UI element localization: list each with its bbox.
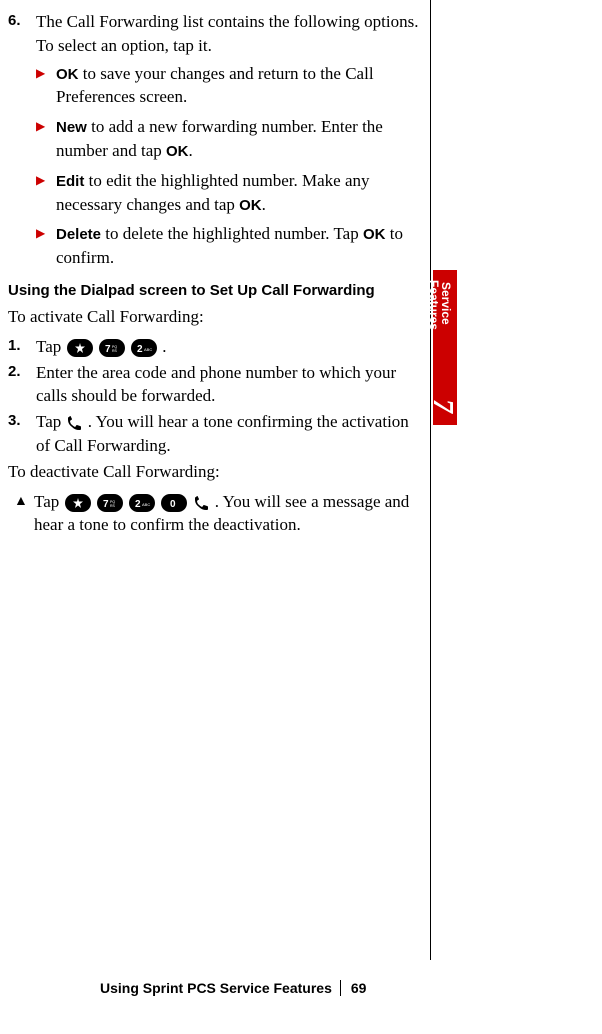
activate-intro: To activate Call Forwarding:: [8, 305, 425, 329]
option-text: Edit to edit the highlighted number. Mak…: [56, 169, 425, 217]
step-text: The Call Forwarding list contains the fo…: [36, 10, 425, 58]
svg-text:2: 2: [137, 344, 143, 354]
key-star-icon: [67, 339, 93, 357]
step-text: Tap 7PQRS 2ABC 0 . You will see a messag…: [34, 490, 425, 538]
bullet-arrow-icon: ▶: [36, 115, 56, 163]
key-7-icon: 7PQRS: [99, 339, 125, 357]
step-number: 3.: [8, 410, 36, 458]
option-text: Delete to delete the highlighted number.…: [56, 222, 425, 270]
svg-text:7: 7: [103, 499, 109, 509]
key-0-icon: 0: [161, 494, 187, 512]
svg-text:ABC: ABC: [142, 502, 150, 507]
step-number: 6.: [8, 10, 36, 58]
option-text: New to add a new forwarding number. Ente…: [56, 115, 425, 163]
key-2-icon: 2ABC: [129, 494, 155, 512]
step-text: Tap . You will hear a tone confirming th…: [36, 410, 425, 458]
option-label: Delete: [56, 226, 101, 243]
key-star-icon: [65, 494, 91, 512]
sub-option-edit: ▶ Edit to edit the highlighted number. M…: [36, 169, 425, 217]
step-number: 1.: [8, 335, 36, 359]
step-text: Enter the area code and phone number to …: [36, 361, 425, 409]
step-2: 2. Enter the area code and phone number …: [8, 361, 425, 409]
svg-text:RS: RS: [110, 504, 116, 508]
step-number: 2.: [8, 361, 36, 409]
bullet-arrow-icon: ▶: [36, 62, 56, 110]
footer-page-number: 69: [340, 980, 367, 996]
svg-text:7: 7: [105, 344, 111, 354]
svg-text:ABC: ABC: [144, 347, 152, 352]
key-2-icon: 2ABC: [131, 339, 157, 357]
svg-text:RS: RS: [112, 349, 118, 353]
page-footer: Using Sprint PCS Service Features 69: [100, 980, 374, 996]
sub-option-list: ▶ OK to save your changes and return to …: [36, 62, 425, 270]
deactivate-step: ▲ Tap 7PQRS 2ABC 0 . You will see a mess…: [14, 490, 425, 538]
step-3: 3. Tap . You will hear a tone confirming…: [8, 410, 425, 458]
option-label: OK: [56, 66, 79, 83]
sub-option-ok: ▶ OK to save your changes and return to …: [36, 62, 425, 110]
bullet-arrow-icon: ▶: [36, 169, 56, 217]
section-heading: Using the Dialpad screen to Set Up Call …: [8, 282, 425, 299]
bullet-triangle-icon: ▲: [14, 490, 34, 538]
option-label: New: [56, 119, 87, 136]
chapter-tab: Features Service 7: [433, 270, 457, 425]
svg-text:0: 0: [170, 499, 176, 509]
sub-option-delete: ▶ Delete to delete the highlighted numbe…: [36, 222, 425, 270]
page-content: 6. The Call Forwarding list contains the…: [0, 0, 435, 553]
footer-title: Using Sprint PCS Service Features: [100, 980, 332, 996]
step-6: 6. The Call Forwarding list contains the…: [8, 10, 425, 58]
svg-text:2: 2: [135, 499, 141, 509]
option-text: OK to save your changes and return to th…: [56, 62, 425, 110]
sub-option-new: ▶ New to add a new forwarding number. En…: [36, 115, 425, 163]
key-7-icon: 7PQRS: [97, 494, 123, 512]
vertical-divider: [430, 0, 431, 960]
deactivate-intro: To deactivate Call Forwarding:: [8, 460, 425, 484]
phone-handset-icon: [66, 414, 84, 432]
step-1: 1. Tap 7PQRS 2ABC .: [8, 335, 425, 359]
phone-handset-icon: [193, 494, 211, 512]
tab-label-line2: Service: [440, 282, 452, 325]
tab-chapter-number: 7: [426, 399, 458, 413]
step-text: Tap 7PQRS 2ABC .: [36, 335, 167, 359]
option-label: Edit: [56, 173, 84, 190]
bullet-arrow-icon: ▶: [36, 222, 56, 270]
